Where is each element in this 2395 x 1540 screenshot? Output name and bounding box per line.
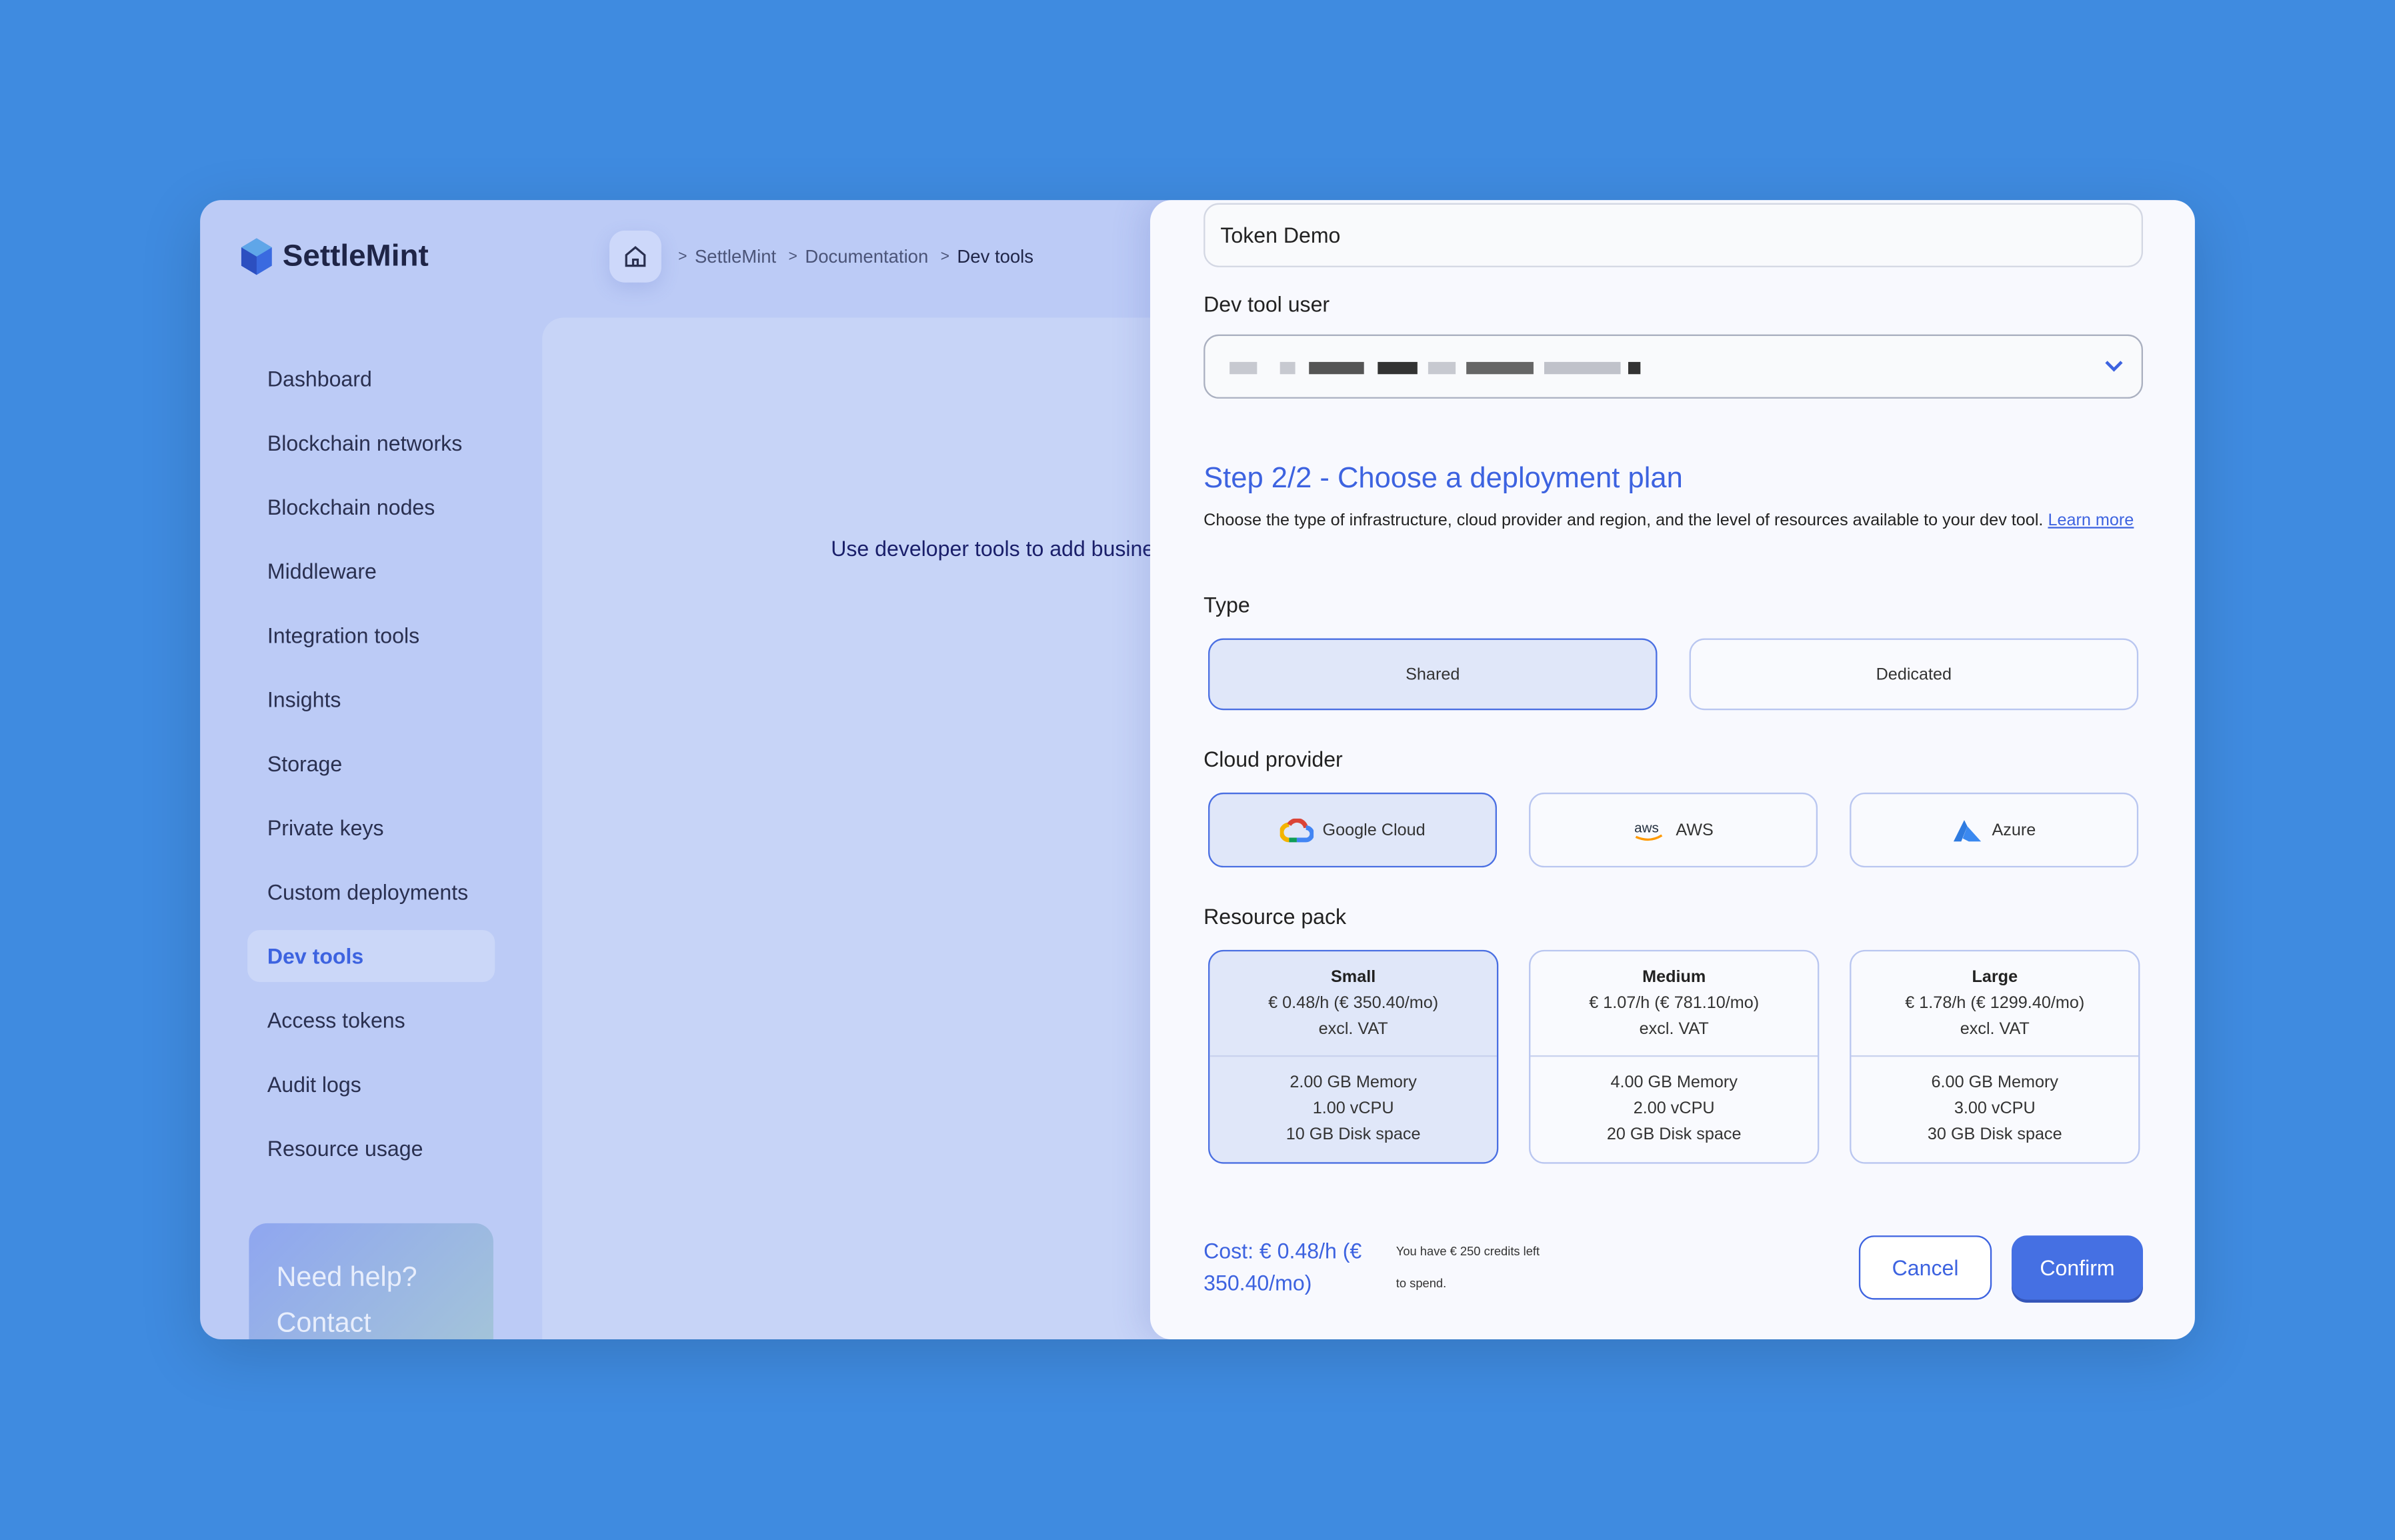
chevron-down-icon	[2105, 361, 2123, 372]
pack-cpu: 3.00 vCPU	[1954, 1099, 2036, 1118]
learn-more-link[interactable]: Learn more	[2048, 511, 2134, 529]
cloud-provider-label: Cloud provider	[1204, 747, 1343, 771]
pack-price: € 1.78/h (€ 1299.40/mo)	[1905, 994, 2085, 1013]
main-content: Use developer tools to add busine	[542, 317, 1184, 1340]
pack-price: € 0.48/h (€ 350.40/mo)	[1268, 994, 1439, 1013]
dev-tool-user-label: Dev tool user	[1204, 291, 1330, 317]
sidebar-item-blockchain-networks[interactable]: Blockchain networks	[247, 417, 495, 469]
type-label: Type	[1204, 592, 1250, 617]
pack-vat: excl. VAT	[1960, 1020, 2030, 1039]
sidebar: Dashboard Blockchain networks Blockchain n…	[247, 353, 495, 1187]
pack-memory: 6.00 GB Memory	[1931, 1073, 2058, 1092]
pack-price: € 1.07/h (€ 781.10/mo)	[1589, 994, 1760, 1013]
confirm-button[interactable]: Confirm	[2011, 1235, 2143, 1300]
breadcrumb: > SettleMint > Documentation > Dev tools	[609, 230, 1034, 283]
sidebar-item-audit-logs[interactable]: Audit logs	[247, 1059, 495, 1111]
pack-name: Large	[1972, 968, 2018, 987]
type-shared-option[interactable]: Shared	[1208, 638, 1658, 711]
google-cloud-icon	[1280, 817, 1314, 842]
resource-pack-medium[interactable]: Medium € 1.07/h (€ 781.10/mo) excl. VAT 4.0…	[1529, 949, 1820, 1164]
help-card[interactable]: Need help? Contact	[249, 1223, 493, 1340]
home-icon	[625, 246, 646, 267]
step-description: Choose the type of infrastructure, cloud…	[1204, 511, 2134, 530]
sidebar-item-storage[interactable]: Storage	[247, 737, 495, 789]
sidebar-item-blockchain-nodes[interactable]: Blockchain nodes	[247, 481, 495, 533]
sidebar-item-private-keys[interactable]: Private keys	[247, 802, 495, 854]
pack-disk: 20 GB Disk space	[1606, 1125, 1742, 1144]
cancel-button[interactable]: Cancel	[1858, 1235, 1992, 1300]
home-button[interactable]	[609, 230, 661, 283]
breadcrumb-documentation[interactable]: Documentation	[805, 246, 928, 267]
aws-icon: aws	[1635, 819, 1663, 840]
cloud-azure-option[interactable]: Azure	[1850, 792, 2139, 868]
sidebar-item-insights[interactable]: Insights	[247, 673, 495, 725]
app-window: SettleMint > SettleMint > Documentation > D…	[200, 200, 2195, 1340]
resource-pack-small[interactable]: Small € 0.48/h (€ 350.40/mo) excl. VAT 2.00…	[1208, 949, 1499, 1164]
pack-vat: excl. VAT	[1318, 1020, 1388, 1039]
settlemint-logo-icon	[241, 238, 272, 275]
sidebar-item-access-tokens[interactable]: Access tokens	[247, 994, 495, 1046]
sidebar-item-resource-usage[interactable]: Resource usage	[247, 1123, 495, 1175]
step-title: Step 2/2 - Choose a deployment plan	[1204, 463, 1683, 495]
breadcrumb-settlemint[interactable]: SettleMint	[695, 246, 776, 267]
create-dev-tool-panel: Token Demo Dev tool user Step 2/2 - Choo…	[1149, 200, 2195, 1340]
cloud-aws-option[interactable]: aws AWS	[1529, 792, 1818, 868]
pack-vat: excl. VAT	[1639, 1020, 1709, 1039]
resource-pack-label: Resource pack	[1204, 904, 1347, 929]
sidebar-item-dev-tools[interactable]: Dev tools	[247, 930, 495, 982]
logo[interactable]: SettleMint	[240, 237, 429, 277]
sidebar-item-dashboard[interactable]: Dashboard	[247, 353, 495, 405]
redacted-user-value	[1230, 354, 1645, 379]
credits-remaining: You have € 250 credits left to spend.	[1396, 1245, 1540, 1291]
dev-tool-user-select[interactable]	[1204, 334, 2143, 399]
pack-cpu: 2.00 vCPU	[1633, 1099, 1715, 1118]
type-dedicated-option[interactable]: Dedicated	[1689, 638, 2139, 711]
pack-memory: 4.00 GB Memory	[1610, 1073, 1738, 1092]
cloud-google-option[interactable]: Google Cloud	[1208, 792, 1497, 868]
empty-state-text: Use developer tools to add busine	[831, 536, 1155, 561]
pack-cpu: 1.00 vCPU	[1312, 1099, 1394, 1118]
resource-pack-large[interactable]: Large € 1.78/h (€ 1299.40/mo) excl. VAT 6.0…	[1850, 949, 2140, 1164]
pack-memory: 2.00 GB Memory	[1290, 1073, 1417, 1092]
pack-name: Small	[1331, 968, 1376, 987]
breadcrumb-dev-tools: Dev tools	[957, 245, 1034, 267]
sidebar-item-integration-tools[interactable]: Integration tools	[247, 609, 495, 661]
sidebar-item-custom-deployments[interactable]: Custom deployments	[247, 866, 495, 918]
azure-icon	[1954, 819, 1982, 841]
pack-disk: 10 GB Disk space	[1286, 1125, 1421, 1144]
cost-summary: Cost: € 0.48/h (€ 350.40/mo)	[1204, 1238, 1362, 1295]
svg-text:aws: aws	[1635, 819, 1660, 835]
sidebar-item-middleware[interactable]: Middleware	[247, 545, 495, 597]
name-input[interactable]: Token Demo	[1204, 203, 2143, 267]
pack-disk: 30 GB Disk space	[1927, 1125, 2062, 1144]
pack-name: Medium	[1642, 968, 1706, 987]
